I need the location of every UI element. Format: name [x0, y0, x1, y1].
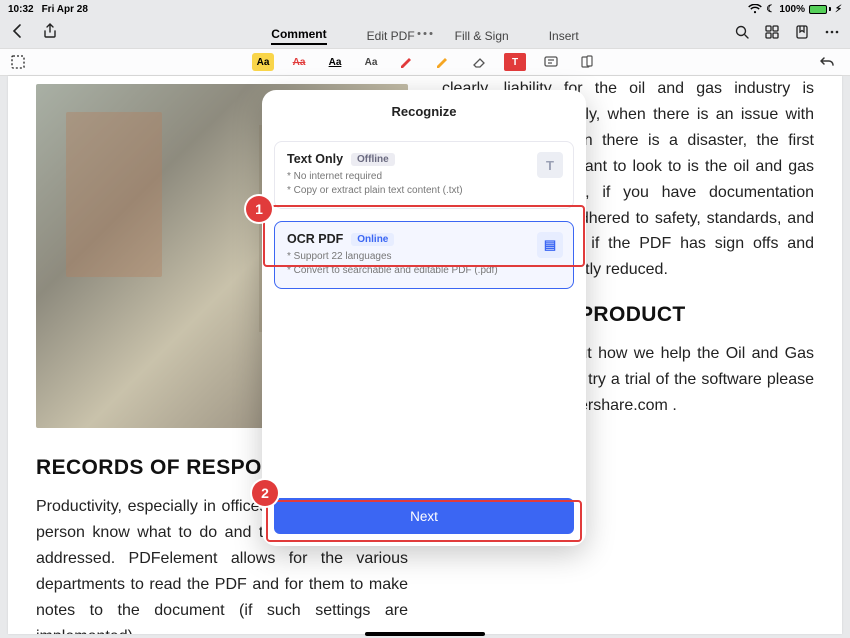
option-ocr-title: OCR PDF [287, 232, 343, 246]
online-badge: Online [351, 233, 394, 246]
text-only-icon: T [537, 152, 563, 178]
status-bar: 10:32 Fri Apr 28 ☾ 100% ⚡︎ [0, 0, 850, 18]
option-ocr-line2: * Convert to searchable and editable PDF… [287, 264, 561, 278]
option-text-only-line1: * No internet required [287, 170, 561, 184]
dnd-moon-icon: ☾ [766, 4, 775, 15]
battery-icon [809, 5, 831, 14]
option-text-only-title: Text Only [287, 152, 343, 166]
tab-insert[interactable]: Insert [549, 29, 579, 43]
annotation-callout-1: 1 [246, 196, 272, 222]
strikethrough-tool[interactable]: Aa [288, 53, 310, 71]
tab-bar: Comment Edit PDF Fill & Sign Insert [0, 24, 850, 48]
tab-fill-sign[interactable]: Fill & Sign [455, 29, 509, 43]
annotation-callout-2: 2 [252, 480, 278, 506]
textbox-tool[interactable]: T [504, 53, 526, 71]
marker-orange-tool[interactable] [432, 53, 454, 71]
search-button[interactable] [734, 24, 750, 45]
more-button[interactable] [824, 24, 840, 45]
note-tool[interactable] [540, 53, 562, 71]
tab-comment[interactable]: Comment [271, 27, 326, 45]
modal-title: Recognize [274, 104, 574, 119]
home-indicator[interactable] [365, 632, 485, 636]
ocr-pdf-icon: ▤ [537, 232, 563, 258]
squiggly-tool[interactable]: Aa [360, 53, 382, 71]
next-button[interactable]: Next [274, 498, 574, 534]
option-ocr-line1: * Support 22 languages [287, 250, 561, 264]
status-time: 10:32 [8, 4, 34, 15]
selection-tool[interactable] [10, 54, 26, 70]
annotation-toolbar: Aa Aa Aa Aa T [0, 48, 850, 76]
marker-red-tool[interactable] [396, 53, 418, 71]
underline-tool[interactable]: Aa [324, 53, 346, 71]
charging-icon: ⚡︎ [835, 4, 842, 15]
battery-percent: 100% [779, 4, 805, 15]
status-date: Fri Apr 28 [42, 4, 88, 15]
recognize-modal: Recognize Text Only Offline * No interne… [262, 90, 586, 546]
wifi-icon [748, 4, 762, 14]
tab-edit-pdf[interactable]: Edit PDF [367, 29, 415, 43]
eraser-tool[interactable] [468, 53, 490, 71]
option-text-only-line2: * Copy or extract plain text content (.t… [287, 184, 561, 198]
offline-badge: Offline [351, 153, 395, 166]
bookmark-button[interactable] [794, 24, 810, 45]
option-ocr-pdf[interactable]: OCR PDF Online * Support 22 languages * … [274, 221, 574, 289]
stamp-tool[interactable] [576, 53, 598, 71]
highlight-tool[interactable]: Aa [252, 53, 274, 71]
undo-button[interactable] [818, 53, 836, 71]
thumbnails-button[interactable] [764, 24, 780, 45]
option-text-only[interactable]: Text Only Offline * No internet required… [274, 141, 574, 209]
